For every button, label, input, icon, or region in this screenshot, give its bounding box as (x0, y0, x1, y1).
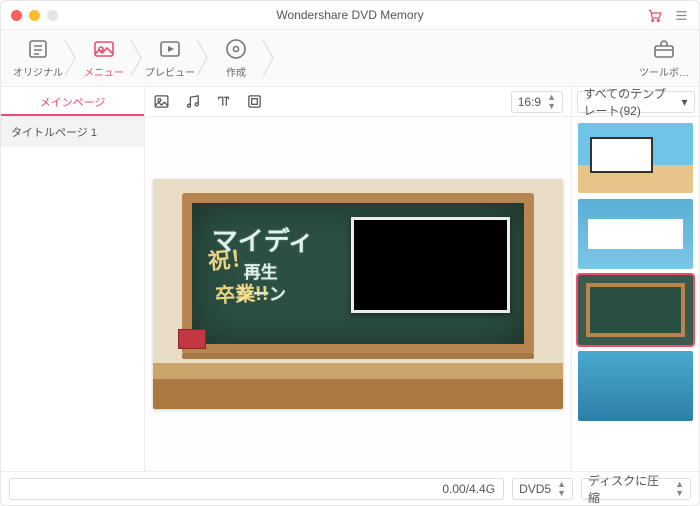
image-icon[interactable] (153, 93, 170, 110)
sidebar-tab-main[interactable]: メインページ (1, 87, 144, 117)
preview-stage: 祝！ マイディ 再生 シーン 卒業!! (145, 117, 571, 471)
app-title: Wondershare DVD Memory (1, 8, 699, 22)
step-original[interactable]: オリジナル (9, 30, 67, 86)
menu-preview[interactable]: 祝！ マイディ 再生 シーン 卒業!! (153, 179, 563, 410)
preview-video-slot (351, 217, 511, 313)
step-preview[interactable]: プレビュー (141, 30, 199, 86)
stepper-icon: ▲▼ (547, 93, 556, 111)
stepper-icon: ▲▼ (675, 480, 684, 498)
toolbox-button[interactable]: ツールボ… (639, 37, 689, 79)
step-toolbar: オリジナル メニュー プレビュー 作成 ツールボ… (1, 29, 699, 87)
aspect-ratio-select[interactable]: 16:9 ▲▼ (511, 91, 563, 113)
template-thumb[interactable] (578, 351, 693, 421)
template-thumb[interactable] (578, 275, 693, 345)
sidebar: メインページ タイトルページ 1 (1, 87, 145, 471)
chapter-icon[interactable] (246, 93, 263, 110)
preview-disc-title: マイディ (212, 221, 314, 258)
template-thumb[interactable] (578, 199, 693, 269)
music-icon[interactable] (184, 93, 201, 110)
disc-type-select[interactable]: DVD5 ▲▼ (512, 478, 573, 500)
preview-decoration: 卒業!! (214, 277, 269, 309)
template-filter-select[interactable]: すべてのテンプレート(92) ▾ (577, 91, 695, 113)
footer-bar: 0.00/4.4G DVD5 ▲▼ ディスクに圧縮 ▲▼ (1, 471, 699, 505)
capacity-bar: 0.00/4.4G (9, 478, 504, 500)
menu-icon[interactable] (674, 8, 689, 23)
step-create[interactable]: 作成 (207, 30, 265, 86)
cart-icon[interactable] (647, 8, 662, 23)
stepper-icon: ▲▼ (557, 480, 566, 498)
preview-chalk-tray (182, 353, 535, 359)
app-window: Wondershare DVD Memory オリジナル メニュー プレビュー … (0, 0, 700, 506)
compress-select[interactable]: ディスクに圧縮 ▲▼ (581, 478, 691, 500)
title-bar: Wondershare DVD Memory (1, 1, 699, 29)
step-menu[interactable]: メニュー (75, 30, 133, 86)
text-icon[interactable] (215, 93, 232, 110)
template-thumb[interactable] (578, 123, 693, 193)
template-panel: すべてのテンプレート(92) ▾ (571, 87, 699, 471)
caret-down-icon: ▾ (681, 95, 687, 109)
sidebar-item-title-page[interactable]: タイトルページ 1 (1, 117, 144, 147)
edit-toolbar: 16:9 ▲▼ (145, 87, 571, 117)
preview-envelope-prop (178, 329, 206, 349)
